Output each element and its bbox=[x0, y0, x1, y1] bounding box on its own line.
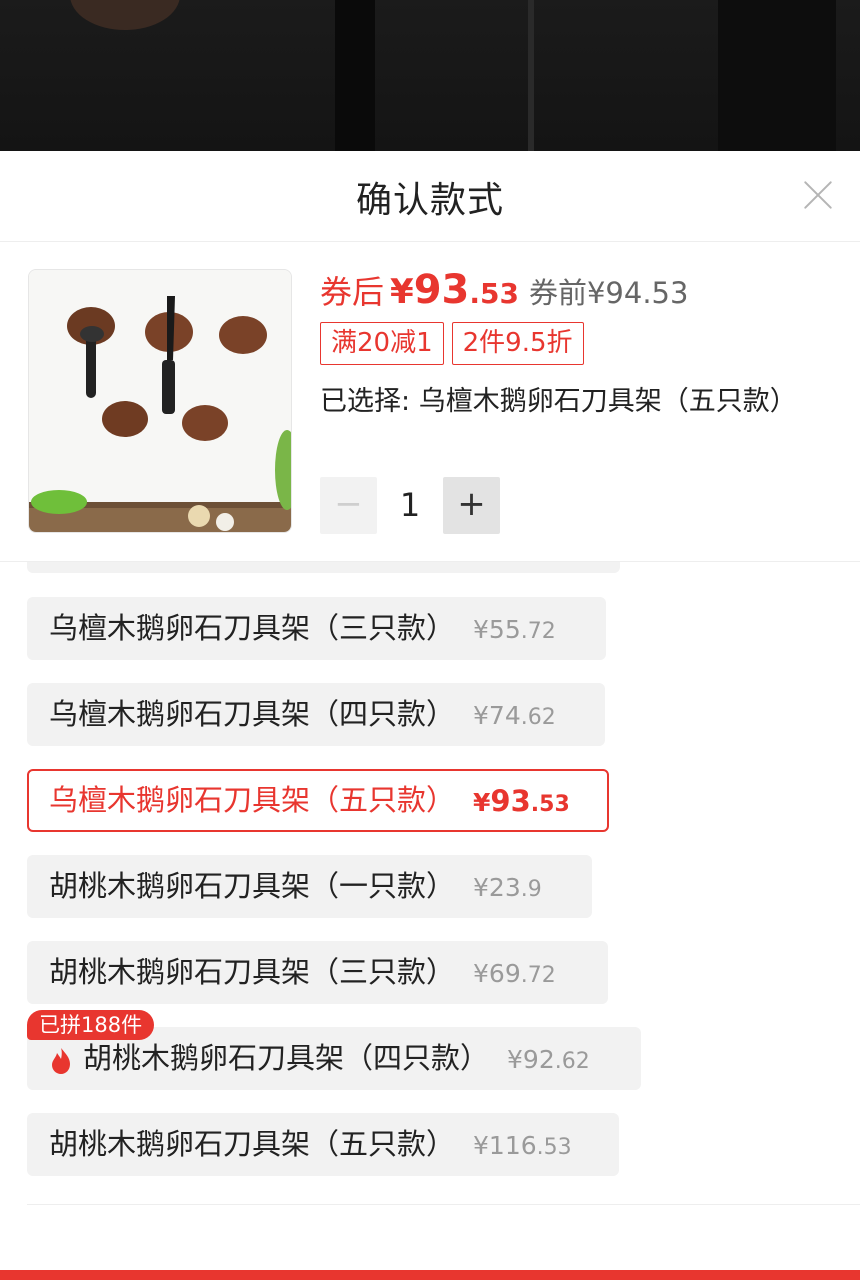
sku-option-ebony-three[interactable]: 乌檀木鹅卵石刀具架（三只款） ¥55.72 bbox=[27, 597, 606, 660]
list-divider bbox=[27, 1204, 860, 1205]
promo-tags: 满20减1 2件9.5折 bbox=[320, 322, 592, 366]
sku-option-price: ¥23.9 bbox=[473, 873, 542, 902]
group-buy-badge: 已拼188件 bbox=[27, 1010, 155, 1040]
sku-option-list: 乌檀木鹅卵石刀具架（三只款） ¥55.72 乌檀木鹅卵石刀具架（四只款） ¥74.6… bbox=[0, 562, 860, 1202]
sku-option-name: 乌檀木鹅卵石刀具架（四只款） bbox=[49, 697, 456, 731]
close-icon[interactable] bbox=[802, 179, 834, 211]
product-thumbnail bbox=[28, 269, 292, 533]
sheet-title: 确认款式 bbox=[355, 180, 504, 221]
original-price: 券前¥94.53 bbox=[528, 276, 689, 310]
sku-option-price: ¥74.62 bbox=[473, 701, 556, 730]
price-yen: ¥ bbox=[390, 272, 414, 312]
price-decimal: .53 bbox=[469, 277, 519, 310]
sku-option-ebony-five[interactable]: 乌檀木鹅卵石刀具架（五只款） ¥93.53 bbox=[27, 769, 609, 832]
selected-value: 乌檀木鹅卵石刀具架（五只款） bbox=[418, 386, 797, 417]
sheet-header: 确认款式 bbox=[0, 151, 860, 242]
after-coupon-label: 券后 bbox=[320, 273, 385, 311]
sku-option-name: 乌檀木鹅卵石刀具架（三只款） bbox=[49, 611, 456, 645]
sku-option-name: 胡桃木鹅卵石刀具架（五只款） bbox=[49, 1127, 456, 1161]
promo-tag-discount: 满20减1 bbox=[320, 322, 444, 365]
product-photo-backdrop bbox=[0, 0, 860, 151]
sku-option-price: ¥92.62 bbox=[507, 1045, 590, 1074]
sku-option-name: 胡桃木鹅卵石刀具架（三只款） bbox=[49, 955, 456, 989]
quantity-value: 1 bbox=[399, 486, 421, 524]
product-thumbnail-art bbox=[29, 270, 291, 532]
selected-prefix: 已选择: bbox=[320, 386, 411, 417]
promo-tag-bundle: 2件9.5折 bbox=[451, 322, 584, 365]
selected-sku-line: 已选择: 乌檀木鹅卵石刀具架（五只款） bbox=[320, 379, 797, 418]
sku-option-price: ¥55.72 bbox=[473, 615, 556, 644]
sku-option-partial[interactable] bbox=[27, 562, 620, 573]
sku-option-price: ¥69.72 bbox=[473, 959, 556, 988]
sku-option-walnut-three[interactable]: 胡桃木鹅卵石刀具架（三只款） ¥69.72 bbox=[27, 941, 608, 1004]
plus-button[interactable]: + bbox=[443, 477, 500, 534]
sku-option-name: 乌檀木鹅卵石刀具架（五只款） bbox=[49, 783, 456, 817]
sku-option-walnut-five[interactable]: 胡桃木鹅卵石刀具架（五只款） ¥116.53 bbox=[27, 1113, 619, 1176]
sku-option-name: 胡桃木鹅卵石刀具架（四只款） bbox=[83, 1041, 490, 1075]
sku-option-price: ¥116.53 bbox=[473, 1131, 572, 1160]
confirm-button[interactable] bbox=[0, 1270, 860, 1280]
sku-option-name: 胡桃木鹅卵石刀具架（一只款） bbox=[49, 869, 456, 903]
minus-button[interactable]: − bbox=[320, 477, 377, 534]
sku-selector-sheet: 确认款式 券后 ¥93.53 券前¥94.53 满20减1 2件9.5折 已选择… bbox=[0, 151, 860, 1280]
price-row: 券后 ¥93.53 券前¥94.53 bbox=[320, 267, 688, 317]
sku-option-ebony-four[interactable]: 乌檀木鹅卵石刀具架（四只款） ¥74.62 bbox=[27, 683, 605, 746]
sku-option-walnut-one[interactable]: 胡桃木鹅卵石刀具架（一只款） ¥23.9 bbox=[27, 855, 592, 918]
price-integer: 93 bbox=[413, 267, 470, 313]
sku-option-price: ¥93.53 bbox=[473, 784, 570, 818]
